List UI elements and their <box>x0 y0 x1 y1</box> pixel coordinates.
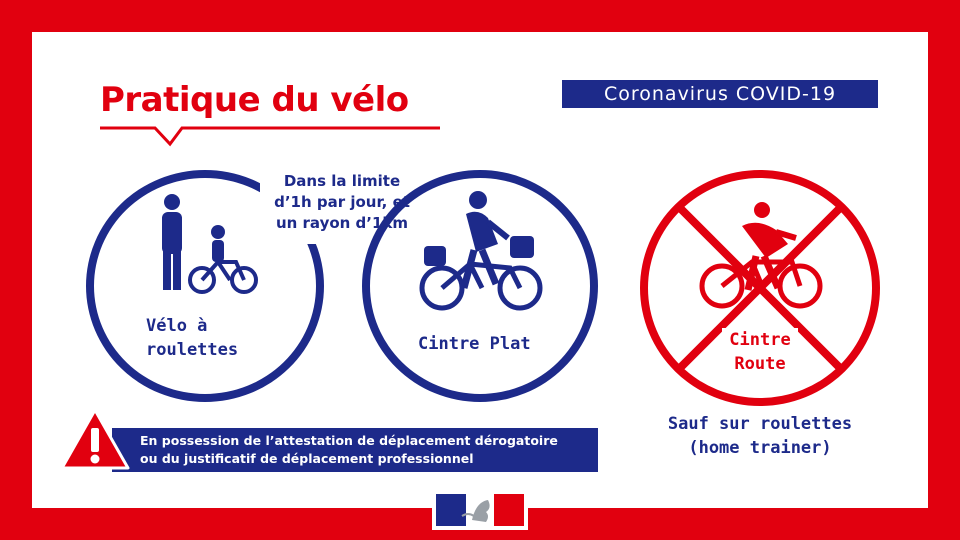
page-title: Pratique du vélo <box>100 80 409 120</box>
flat-bar-cyclist-icon <box>419 191 543 311</box>
home-trainer-exception: Sauf sur roulettes (home trainer) <box>667 414 853 458</box>
speech-bubble-underline-icon <box>100 126 440 147</box>
attestation-warning: En possession de l’attestation de déplac… <box>112 428 598 472</box>
parent-child-bike-icon <box>162 194 258 294</box>
panel-label-flat-handlebar: Cintre Plat <box>418 332 531 356</box>
panel-label-training-wheels: Vélo à roulettes <box>142 314 243 362</box>
marianne-logo-icon <box>432 490 528 530</box>
covid-badge: Coronavirus COVID-19 <box>562 80 878 108</box>
warning-triangle-icon <box>60 408 130 470</box>
panel-label-road-handlebar: Cintre Route <box>722 328 798 376</box>
